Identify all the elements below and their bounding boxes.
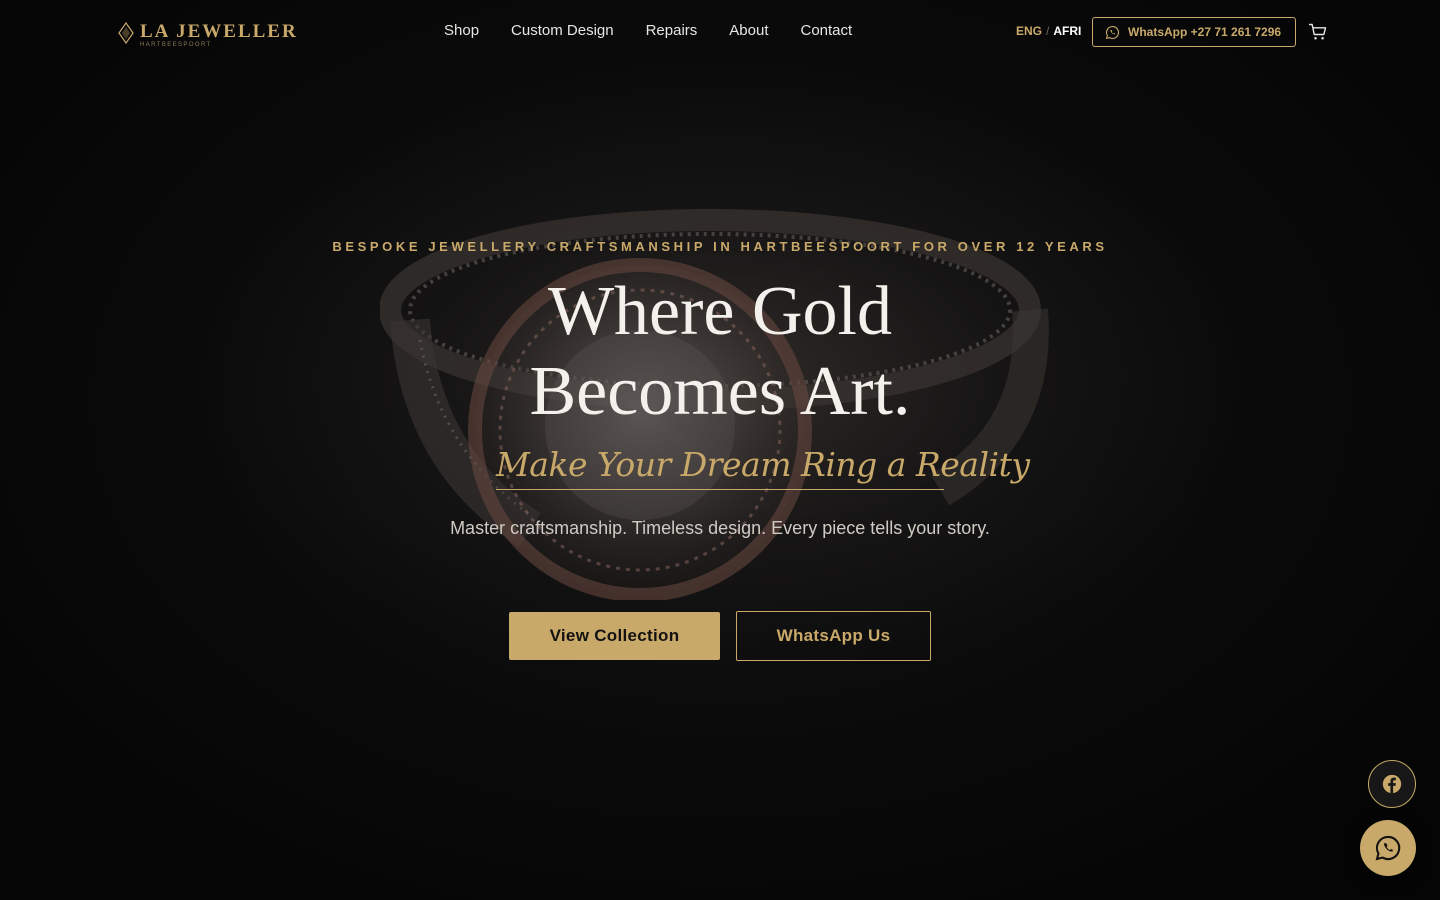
brand-location: HARTBEESPOORT [140, 42, 212, 48]
cart-icon[interactable] [1308, 22, 1328, 42]
whatsapp-float-button[interactable] [1360, 820, 1416, 876]
hero-tagline: BESPOKE JEWELLERY CRAFTSMANSHIP IN HARTB… [332, 239, 1108, 254]
brand-logo[interactable]: LA JEWELLER HARTBEESPOORT [118, 20, 308, 50]
hero-headline-line-2: Becomes Art. [529, 353, 911, 430]
hero-script-subtitle: Make Your Dream Ring a Reality [496, 442, 1030, 490]
diamond-icon [118, 22, 134, 44]
brand-name: LA JEWELLER [140, 21, 298, 42]
hero-lead-text: Master craftsmanship. Timeless design. E… [450, 518, 990, 538]
facebook-float-button[interactable] [1368, 760, 1416, 808]
view-collection-button[interactable]: View Collection [509, 612, 720, 660]
language-switcher: ENG / AFRI [1016, 24, 1081, 38]
nav-repairs[interactable]: Repairs [646, 22, 698, 42]
lang-afri[interactable]: AFRI [1053, 24, 1081, 38]
whatsapp-header-label: WhatsApp +27 71 261 7296 [1128, 25, 1282, 39]
hero-headline: Where Gold Becomes Art. [0, 272, 1440, 432]
nav-shop[interactable]: Shop [444, 22, 479, 42]
site-header: LA JEWELLER HARTBEESPOORT Shop Custom De… [0, 0, 1440, 64]
main-nav: Shop Custom Design Repairs About Contact [444, 22, 852, 42]
nav-about[interactable]: About [729, 22, 768, 42]
facebook-icon [1382, 774, 1402, 794]
nav-contact[interactable]: Contact [800, 22, 852, 42]
whatsapp-icon [1375, 835, 1401, 861]
whatsapp-header-button[interactable]: WhatsApp +27 71 261 7296 [1092, 17, 1296, 47]
landing-page: LA JEWELLER HARTBEESPOORT Shop Custom De… [0, 0, 1440, 900]
lang-eng[interactable]: ENG [1016, 24, 1042, 38]
whatsapp-us-button[interactable]: WhatsApp Us [736, 611, 931, 661]
whatsapp-icon [1105, 25, 1120, 39]
hero-headline-line-1: Where Gold [547, 273, 893, 350]
nav-custom-design[interactable]: Custom Design [511, 22, 614, 42]
lang-separator: / [1046, 24, 1050, 38]
